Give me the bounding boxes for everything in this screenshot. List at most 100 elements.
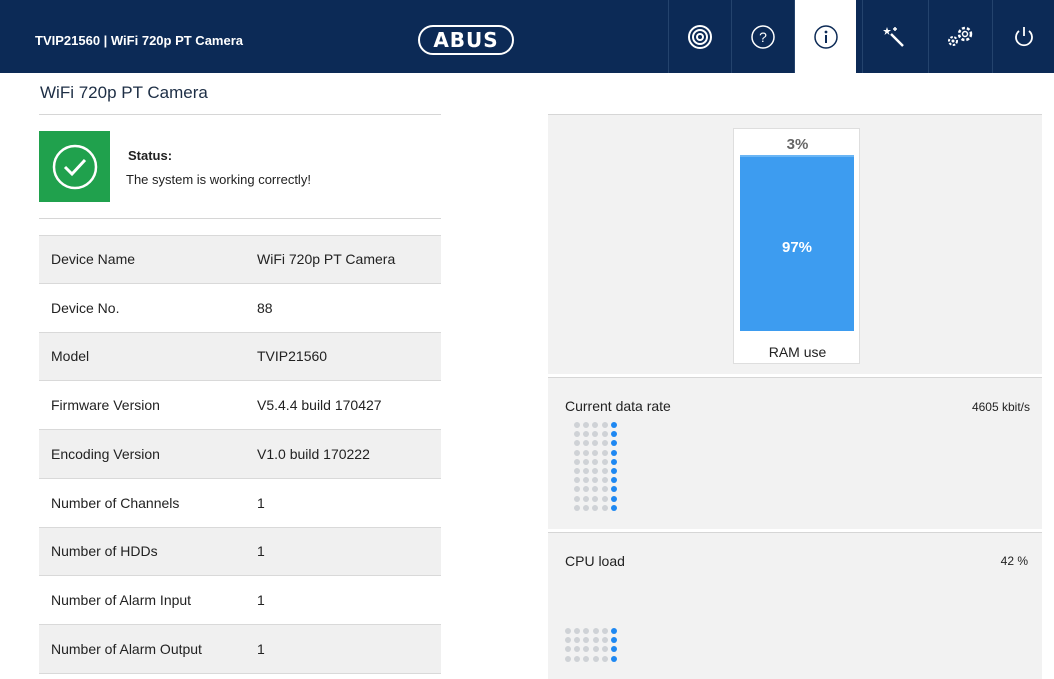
meter-dot <box>574 646 581 653</box>
nav-info[interactable] <box>794 0 856 73</box>
meter-dot <box>574 477 580 484</box>
meter-dot <box>574 504 580 511</box>
meter-dot <box>611 646 617 653</box>
info-label: Encoding Version <box>51 445 160 462</box>
cpu-load-label: CPU load <box>565 553 625 569</box>
meter-dot <box>583 440 590 447</box>
meter-dot <box>610 422 617 428</box>
meter-dot <box>574 637 581 644</box>
meter-dot <box>583 458 590 465</box>
device-info-table: Device Name WiFi 720p PT Camera Device N… <box>39 235 441 674</box>
meter-dot <box>611 628 617 634</box>
meter-dot <box>583 655 590 662</box>
ram-free-percent: 3% <box>786 136 809 153</box>
meter-dot <box>565 637 571 644</box>
meter-dot <box>565 655 571 662</box>
meter-dot <box>601 655 608 662</box>
cpu-load-meter <box>565 628 635 668</box>
live-view-icon <box>687 24 712 49</box>
meter-dot <box>592 646 599 653</box>
table-row: Encoding Version V1.0 build 170222 <box>39 430 441 479</box>
data-rate-meter <box>574 422 634 514</box>
info-label: Number of Alarm Output <box>51 640 202 657</box>
nav-power[interactable] <box>992 0 1054 73</box>
meter-dot <box>610 486 617 493</box>
meter-dot <box>601 646 608 653</box>
meter-dot <box>583 486 590 493</box>
meter-dot <box>574 422 580 428</box>
meter-dot <box>574 495 580 502</box>
meter-dot <box>601 637 608 644</box>
meter-dot <box>592 504 599 511</box>
info-icon <box>813 24 838 49</box>
page-title: WiFi 720p PT Camera <box>40 83 208 102</box>
info-value: TVIP21560 <box>257 348 328 365</box>
meter-dot <box>601 495 608 502</box>
top-bar: TVIP21560 | WiFi 720p PT Camera ABUS ? <box>0 0 1054 73</box>
info-value: 1 <box>257 543 265 560</box>
nav-live-view[interactable] <box>668 0 730 73</box>
meter-dot <box>583 422 590 428</box>
info-label: Device Name <box>51 251 136 268</box>
meter-dot <box>592 486 599 493</box>
wizard-icon <box>882 26 904 47</box>
info-label: Model <box>51 348 90 365</box>
meter-dot <box>583 431 590 438</box>
meter-dot <box>592 495 599 502</box>
power-icon <box>1014 26 1033 46</box>
table-row: Device No. 88 <box>39 284 441 333</box>
meter-dot <box>592 440 599 447</box>
meter-dot <box>601 628 608 634</box>
meter-dot <box>601 458 608 465</box>
ram-used-bar: 97% <box>740 155 854 331</box>
meter-dot <box>574 440 580 447</box>
data-rate-value: 4605 kbit/s <box>971 400 1030 414</box>
info-value: V1.0 build 170222 <box>257 445 370 462</box>
abus-logo: ABUS <box>418 25 514 55</box>
meter-dot <box>583 468 590 474</box>
status-label: Status: <box>128 148 173 163</box>
nav-help[interactable]: ? <box>731 0 793 73</box>
info-value: 1 <box>257 640 265 657</box>
meter-dot <box>592 468 599 474</box>
meter-dot <box>611 637 617 644</box>
table-row: Device Name WiFi 720p PT Camera <box>39 235 441 284</box>
meter-dot <box>583 449 590 456</box>
ram-gauge: 3% 97% RAM use <box>733 128 860 364</box>
status-message: The system is working correctly! <box>126 172 311 187</box>
nav-wizard[interactable] <box>862 0 924 73</box>
meter-dot <box>565 646 571 653</box>
table-row: Number of HDDs 1 <box>39 527 441 577</box>
meter-dot <box>601 440 608 447</box>
table-row: Number of Alarm Output 1 <box>39 625 441 674</box>
meter-dot <box>583 477 590 484</box>
meter-dot <box>574 628 581 634</box>
meter-dot <box>574 458 580 465</box>
table-row: Number of Alarm Input 1 <box>39 576 441 625</box>
meter-dot <box>610 504 617 511</box>
table-row: Number of Channels 1 <box>39 479 441 528</box>
meter-dot <box>610 468 617 474</box>
info-label: Number of Channels <box>51 494 180 511</box>
meter-dot <box>583 495 590 502</box>
meter-dot <box>574 655 581 662</box>
info-label: Device No. <box>51 299 120 316</box>
meter-dot <box>583 637 590 644</box>
meter-dot <box>592 655 599 662</box>
data-rate-label: Current data rate <box>565 398 671 414</box>
meter-dot <box>592 477 599 484</box>
meter-dot <box>592 628 599 634</box>
meter-dot <box>601 449 608 456</box>
meter-dot <box>574 431 580 438</box>
nav-settings[interactable] <box>928 0 990 73</box>
status-indicator <box>39 131 110 202</box>
info-value: 1 <box>257 592 265 609</box>
meter-dot <box>610 495 617 502</box>
info-label: Number of HDDs <box>51 543 158 560</box>
table-row: Firmware Version V5.4.4 build 170427 <box>39 381 441 430</box>
divider <box>39 114 441 115</box>
meter-dot <box>574 468 580 474</box>
meter-dot <box>583 504 590 511</box>
divider <box>39 218 441 219</box>
meter-dot <box>610 431 617 438</box>
